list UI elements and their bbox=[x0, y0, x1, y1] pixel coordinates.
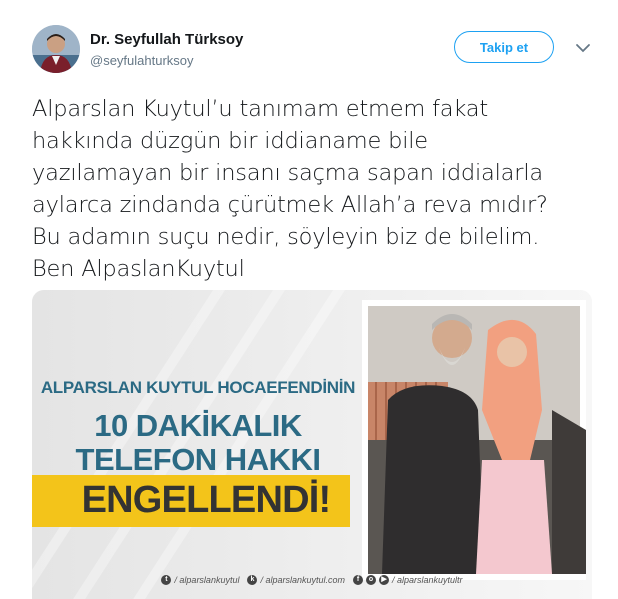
footer-twitter: t / alparslankuytul bbox=[161, 575, 239, 585]
footer-social: f o ▶ / alparslankuytultr bbox=[353, 575, 463, 585]
follow-button[interactable]: Takip et bbox=[454, 31, 554, 63]
tweet-line: Ben AlpaslanKuytul bbox=[32, 256, 245, 282]
avatar[interactable] bbox=[32, 25, 80, 73]
user-name[interactable]: Dr. Seyfullah Türksoy bbox=[90, 31, 243, 48]
footer-social-label: / alparslankuytultr bbox=[392, 575, 463, 585]
tweet-media-image[interactable]: ALPARSLAN KUYTUL HOCAEFENDİNİN 10 DAKİKA… bbox=[32, 290, 592, 599]
tweet-line: hakkında düzgün bir iddianame bile bbox=[32, 128, 428, 154]
media-headline-middle: 10 DAKİKALIK bbox=[94, 408, 302, 443]
instagram-icon: o bbox=[366, 575, 377, 585]
footer-web: k / alparslankuytul.com bbox=[247, 575, 345, 585]
web-icon: k bbox=[247, 575, 258, 585]
tweet-line: yazılamayan bir insanı saçma sapan iddia… bbox=[32, 160, 543, 186]
media-headline-top: ALPARSLAN KUYTUL HOCAEFENDİNİN bbox=[40, 378, 356, 397]
media-banner-text: ENGELLENDİ! bbox=[81, 479, 332, 521]
footer-web-label: / alparslankuytul.com bbox=[260, 575, 346, 585]
chevron-down-icon[interactable] bbox=[574, 39, 592, 57]
youtube-icon: ▶ bbox=[379, 575, 390, 585]
media-footer: t / alparslankuytul k / alparslankuytul.… bbox=[32, 572, 592, 588]
tweet-header: Dr. Seyfullah Türksoy @seyfulahturksoy T… bbox=[32, 25, 602, 77]
tweet-line: aylarca zindanda çürütmek Allah’a reva m… bbox=[32, 192, 548, 218]
user-handle[interactable]: @seyfulahturksoy bbox=[90, 53, 194, 68]
tweet-line: Alparslan Kuytul’u tanımam etmem fakat bbox=[32, 96, 488, 122]
tweet-line: Bu adamın suçu nedir, söyleyin biz de bi… bbox=[32, 224, 540, 250]
twitter-icon: t bbox=[161, 575, 172, 585]
footer-twitter-label: / alparslankuytul bbox=[174, 575, 240, 585]
media-headline-bottom: TELEFON HAKKI bbox=[75, 442, 321, 477]
facebook-icon: f bbox=[353, 575, 364, 585]
tweet-text: Alparslan Kuytul’u tanımam etmem fakat h… bbox=[32, 93, 602, 285]
